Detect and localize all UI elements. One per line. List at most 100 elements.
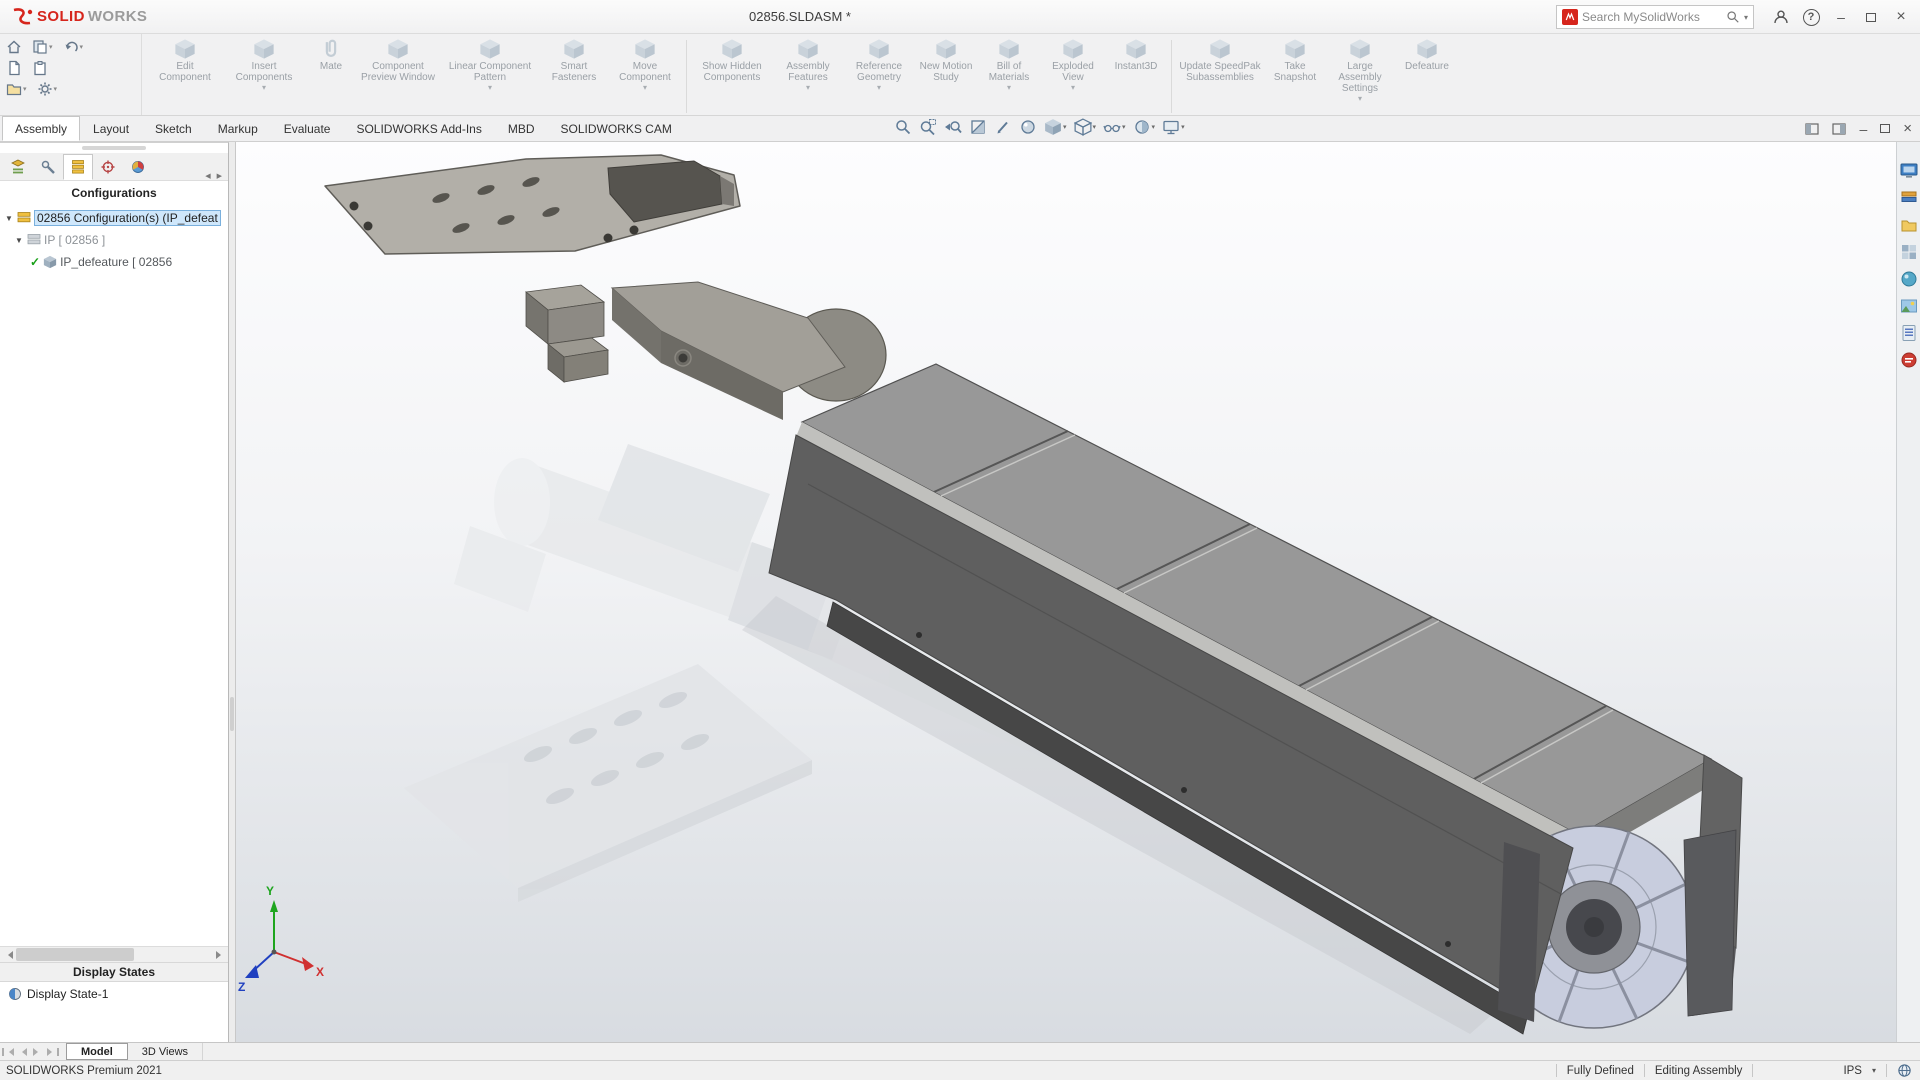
search-box[interactable]: ▾ [1556, 5, 1754, 29]
tree-row-ip-defeature[interactable]: ✓ IP_defeature [ 02856 [0, 251, 228, 273]
appearances-scenes-icon[interactable] [1900, 270, 1918, 288]
tree-label-ip[interactable]: IP [ 02856 ] [44, 233, 105, 247]
annotation-button[interactable] [994, 118, 1012, 136]
tree-label-root[interactable]: 02856 Configuration(s) (IP_defeat [34, 210, 221, 226]
units-selector[interactable]: IPS [1843, 1065, 1862, 1077]
assembly-features-button[interactable]: Assembly Features ▾ [775, 38, 841, 92]
assembly-scene[interactable]: Y X Z [236, 142, 1896, 1042]
options-button[interactable]: ▾ [37, 81, 57, 97]
scroll-left-button[interactable] [0, 947, 16, 963]
instant3d-button[interactable]: Instant3D [1107, 38, 1165, 81]
save-button[interactable]: ▾ [32, 39, 53, 55]
doc-restore-button[interactable] [1880, 124, 1891, 133]
take-snapshot-button[interactable]: Take Snapshot [1266, 38, 1324, 92]
design-library-icon[interactable] [1900, 189, 1918, 207]
tab-featuremanager-tree[interactable] [3, 154, 33, 180]
tab-layout[interactable]: Layout [80, 116, 142, 141]
next-tab-button[interactable] [30, 1044, 45, 1060]
previous-tab-button[interactable] [15, 1044, 30, 1060]
help-button[interactable]: ? [1796, 3, 1826, 31]
solidworks-resources-icon[interactable] [1900, 162, 1918, 180]
solidworks-forum-icon[interactable] [1900, 351, 1918, 369]
tab-model[interactable]: Model [66, 1043, 128, 1060]
tab-evaluate[interactable]: Evaluate [271, 116, 344, 141]
maximize-button[interactable] [1856, 3, 1886, 31]
new-motion-study-button[interactable]: New Motion Study [917, 38, 975, 92]
large-assembly-settings-button[interactable]: Large Assembly Settings ▾ [1328, 38, 1392, 103]
edit-appearance-button[interactable]: ▾ [1133, 118, 1155, 136]
last-tab-button[interactable] [45, 1044, 60, 1060]
tab-3d-views[interactable]: 3D Views [128, 1043, 204, 1060]
scrollbar-thumb[interactable] [16, 947, 134, 961]
linear-component-pattern-button[interactable]: Linear Component Pattern ▾ [442, 38, 538, 92]
assembly-model[interactable] [324, 154, 1743, 1035]
panel-viewport-splitter[interactable] [229, 142, 236, 1042]
pane-right-icon[interactable] [1832, 122, 1847, 135]
close-button[interactable]: × [1886, 3, 1916, 31]
minimize-button[interactable]: – [1826, 3, 1856, 31]
tree-expand-arrow[interactable]: ▼ [14, 236, 24, 245]
splitter-handle[interactable] [230, 697, 234, 731]
show-hidden-components-button[interactable]: Show Hidden Components [693, 38, 771, 92]
tab-configurationmanager[interactable] [63, 154, 93, 180]
doc-minimize-button[interactable]: – [1859, 121, 1867, 137]
tab-dimxpertmanager[interactable] [93, 154, 123, 180]
scene-illumination-icon[interactable] [1900, 297, 1918, 315]
pane-left-icon[interactable] [1805, 122, 1820, 135]
tab-solidworks-add-ins[interactable]: SOLIDWORKS Add-Ins [343, 116, 494, 141]
undo-button[interactable]: ▾ [63, 39, 83, 55]
exploded-view-button[interactable]: Exploded View ▾ [1043, 38, 1103, 92]
graphics-viewport[interactable]: Y X Z [236, 142, 1896, 1042]
search-icon[interactable] [1726, 10, 1740, 24]
doc-close-button[interactable]: × [1903, 120, 1912, 137]
home-button[interactable] [6, 39, 22, 55]
display-state-row[interactable]: Display State-1 [0, 982, 228, 1006]
first-tab-button[interactable] [0, 1044, 15, 1060]
tree-label-ip-defeature[interactable]: IP_defeature [ 02856 [60, 255, 172, 269]
apply-scene-button[interactable] [1019, 118, 1037, 136]
tab-propertymanager[interactable] [33, 154, 63, 180]
panel-horizontal-scrollbar[interactable] [0, 946, 228, 962]
globe-icon[interactable] [1897, 1063, 1912, 1078]
panel-splitter-grip[interactable] [0, 143, 228, 153]
zoom-to-fit-button[interactable] [894, 118, 912, 136]
panel-tab-overflow-arrows[interactable]: ◀ ▶ [205, 172, 228, 180]
update-speedpak-button[interactable]: Update SpeedPak Subassemblies [1178, 38, 1262, 92]
smart-fasteners-button[interactable]: Smart Fasteners [542, 38, 606, 92]
tab-solidworks-cam[interactable]: SOLIDWORKS CAM [548, 116, 685, 141]
tab-assembly[interactable]: Assembly [2, 116, 81, 141]
section-view-button[interactable] [969, 118, 987, 136]
properties-button[interactable] [32, 60, 48, 76]
tab-sketch[interactable]: Sketch [142, 116, 205, 141]
defeature-button[interactable]: Defeature [1396, 38, 1458, 81]
scroll-right-button[interactable] [212, 947, 228, 963]
previous-view-button[interactable] [944, 118, 962, 136]
account-button[interactable] [1766, 3, 1796, 31]
mate-button[interactable]: Mate [308, 38, 354, 81]
tab-mbd[interactable]: MBD [495, 116, 548, 141]
tree-row-root-configuration[interactable]: ▼ 02856 Configuration(s) (IP_defeat [0, 207, 228, 229]
search-scope-caret[interactable]: ▾ [1744, 13, 1748, 22]
view-settings-button[interactable]: ▾ [1162, 118, 1185, 136]
component-preview-window-button[interactable]: Component Preview Window [358, 38, 438, 92]
custom-properties-icon[interactable] [1900, 324, 1918, 342]
tab-markup[interactable]: Markup [205, 116, 271, 141]
open-button[interactable]: ▾ [6, 81, 27, 97]
hide-show-items-button[interactable]: ▾ [1103, 118, 1126, 136]
search-input[interactable] [1582, 10, 1722, 24]
new-document-button[interactable] [6, 60, 22, 76]
tree-expand-arrow[interactable]: ▼ [4, 214, 14, 223]
zoom-to-area-button[interactable] [919, 118, 937, 136]
file-explorer-icon[interactable] [1900, 216, 1918, 234]
tree-row-ip-configuration[interactable]: ▼ IP [ 02856 ] [0, 229, 228, 251]
insert-components-button[interactable]: Insert Components ▾ [224, 38, 304, 92]
tab-displaymanager[interactable] [123, 154, 153, 180]
units-caret-icon[interactable]: ▾ [1872, 1066, 1876, 1075]
scrollbar-track[interactable] [16, 947, 212, 963]
bill-of-materials-button[interactable]: Bill of Materials ▾ [979, 38, 1039, 92]
view-palette-icon[interactable] [1900, 243, 1918, 261]
move-component-button[interactable]: Move Component ▾ [610, 38, 680, 92]
view-orientation-button[interactable]: ▾ [1044, 118, 1067, 136]
edit-component-button[interactable]: Edit Component [150, 38, 220, 92]
reference-geometry-button[interactable]: Reference Geometry ▾ [845, 38, 913, 92]
